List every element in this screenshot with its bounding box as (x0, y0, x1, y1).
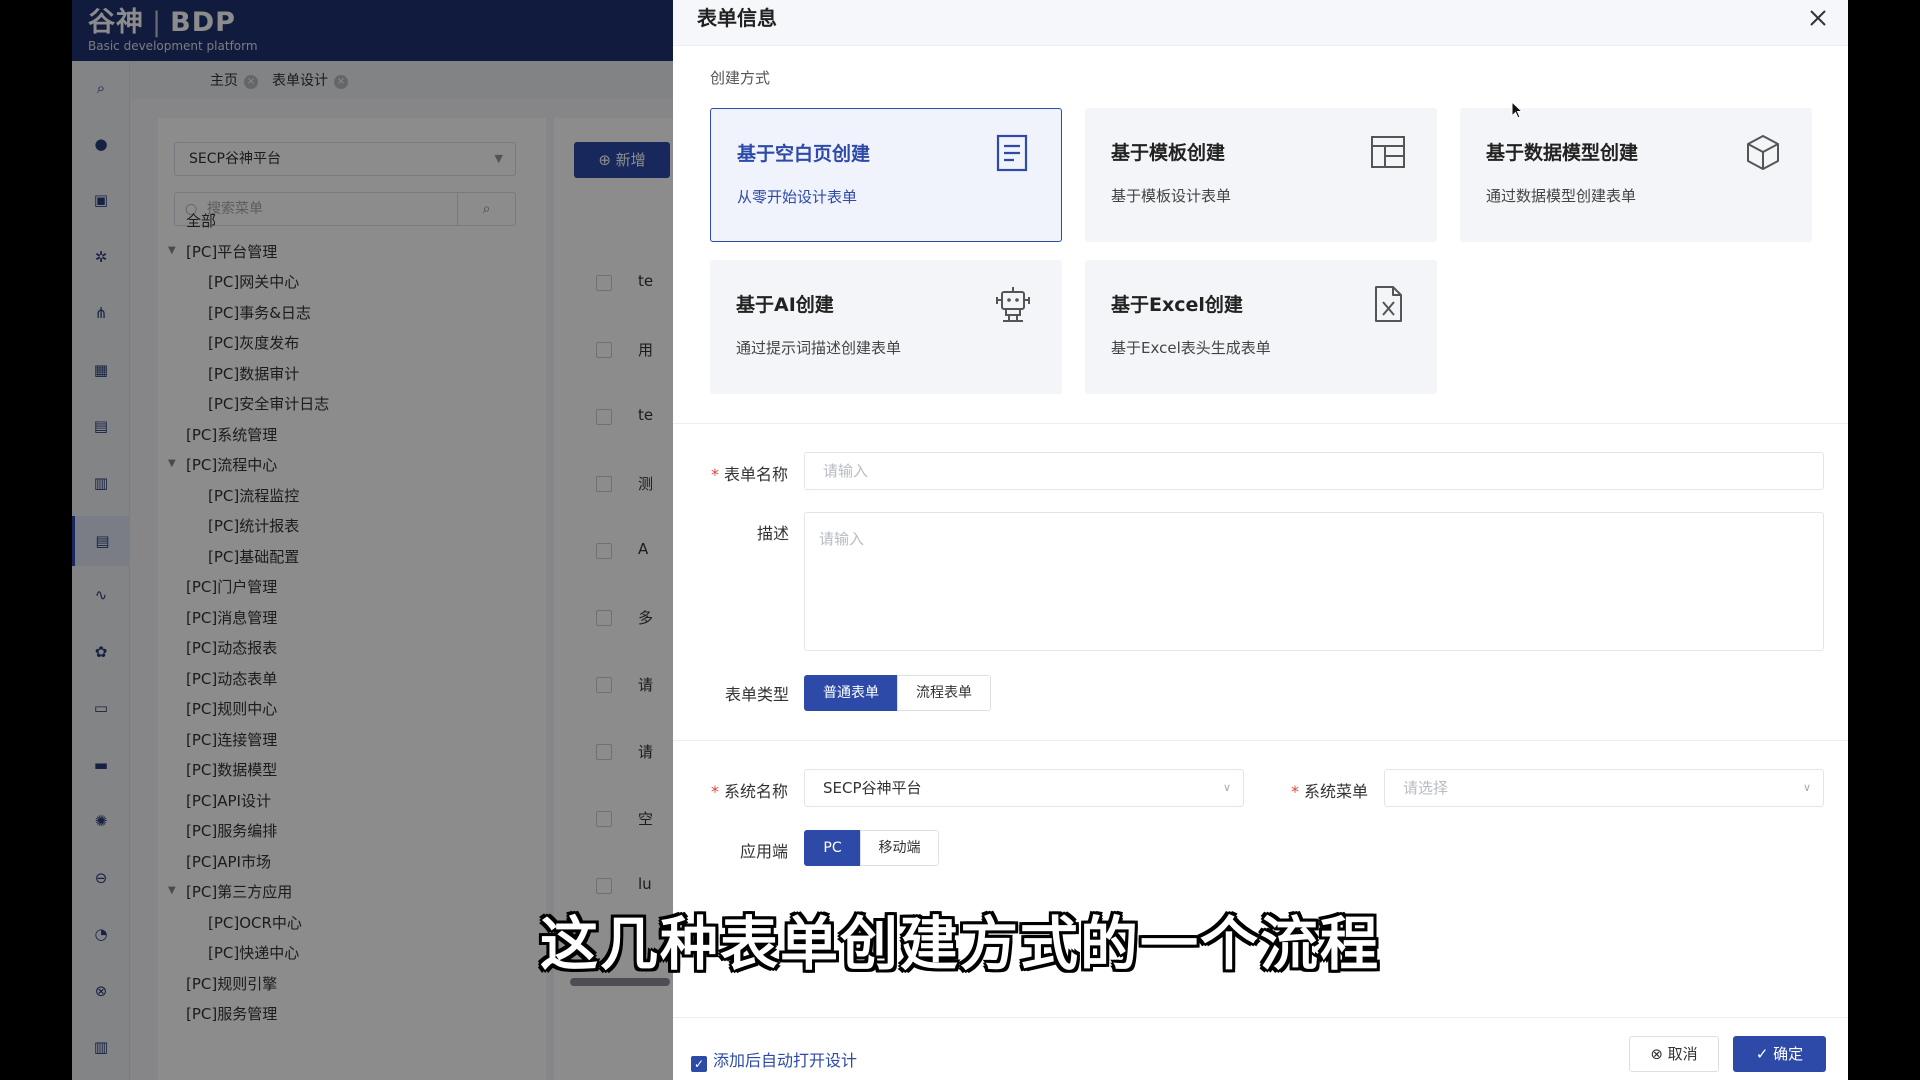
card-desc: 通过数据模型创建表单 (1486, 187, 1637, 205)
client-mobile[interactable]: 移动端 (860, 830, 939, 866)
form-type-label: 表单类型 (725, 685, 790, 704)
confirm-label: 确定 (1773, 1045, 1804, 1063)
auto-open-checkbox[interactable]: ✓ 添加后自动打开设计 (691, 1047, 857, 1072)
auto-open-label: 添加后自动打开设计 (713, 1051, 858, 1070)
card-excel[interactable]: 基于Excel创建 基于Excel表头生成表单 (1085, 260, 1437, 394)
description-label: 描述 (757, 524, 790, 543)
required-mark: * (1291, 782, 1299, 801)
chevron-down-icon: ∨ (1222, 781, 1231, 794)
card-blank-page[interactable]: 基于空白页创建 从零开始设计表单 (710, 108, 1062, 242)
card-ai[interactable]: 基于AI创建 通过提示词描述创建表单 (710, 260, 1062, 394)
form-name-input[interactable]: 请输入 (804, 452, 1824, 490)
system-menu-placeholder: 请选择 (1403, 779, 1449, 797)
video-subtitle: 这几种表单创建方式的一个流程 (539, 910, 1380, 978)
mouse-cursor-icon (1511, 101, 1523, 119)
divider (673, 1017, 1848, 1018)
check-circle-icon: ✓ (1755, 1045, 1769, 1063)
card-title: 基于AI创建 (736, 294, 834, 316)
client-pc[interactable]: PC (804, 830, 861, 866)
form-name-label: * 表单名称 (711, 461, 788, 485)
close-icon[interactable] (1804, 4, 1832, 32)
divider (673, 740, 1848, 741)
card-title: 基于Excel创建 (1111, 294, 1243, 316)
client-label: 应用端 (740, 842, 789, 861)
document-icon (996, 134, 1028, 172)
form-type-normal[interactable]: 普通表单 (804, 675, 898, 711)
form-name-label-text: 表单名称 (724, 465, 789, 484)
drawer-title: 表单信息 (697, 6, 777, 30)
card-desc: 从零开始设计表单 (737, 188, 858, 206)
system-menu-label: * 系统菜单 (1291, 778, 1368, 802)
form-name-placeholder: 请输入 (823, 462, 869, 480)
system-name-select[interactable]: SECP谷神平台 ∨ (804, 769, 1244, 807)
checkmark-icon: ✓ (691, 1056, 707, 1072)
chevron-down-icon: ∨ (1802, 781, 1811, 794)
screen: 谷神 | BDP Basic development platform ⌕ ● ▣ … (0, 0, 1920, 1080)
system-name-value: SECP谷神平台 (823, 779, 922, 797)
robot-icon (996, 287, 1030, 322)
required-mark: * (711, 465, 719, 484)
cancel-icon: ⊗ (1650, 1045, 1663, 1063)
system-name-label: * 系统名称 (711, 778, 788, 802)
card-title: 基于数据模型创建 (1486, 142, 1639, 164)
card-desc: 基于Excel表头生成表单 (1111, 339, 1271, 357)
confirm-button[interactable]: ✓ 确定 (1733, 1036, 1826, 1072)
system-menu-label-text: 系统菜单 (1304, 782, 1369, 801)
card-title: 基于空白页创建 (737, 143, 871, 165)
creation-method-label: 创建方式 (710, 69, 771, 87)
form-type-process[interactable]: 流程表单 (897, 675, 991, 711)
card-template[interactable]: 基于模板创建 基于模板设计表单 (1085, 108, 1437, 242)
system-menu-select[interactable]: 请选择 ∨ (1384, 769, 1824, 807)
drawer-header: 表单信息 (673, 0, 1848, 46)
system-name-label-text: 系统名称 (724, 782, 789, 801)
description-placeholder: 请输入 (819, 530, 865, 548)
cube-icon (1747, 135, 1779, 170)
description-textarea[interactable]: 请输入 (804, 512, 1824, 651)
cancel-label: 取消 (1667, 1045, 1698, 1063)
card-data-model[interactable]: 基于数据模型创建 通过数据模型创建表单 (1460, 108, 1812, 242)
card-desc: 基于模板设计表单 (1111, 187, 1232, 205)
required-mark: * (711, 782, 719, 801)
divider (673, 423, 1848, 424)
template-icon (1371, 136, 1405, 168)
card-desc: 通过提示词描述创建表单 (736, 339, 902, 357)
cancel-button[interactable]: ⊗ 取消 (1629, 1036, 1719, 1072)
excel-file-icon (1375, 286, 1402, 322)
card-title: 基于模板创建 (1111, 142, 1226, 164)
